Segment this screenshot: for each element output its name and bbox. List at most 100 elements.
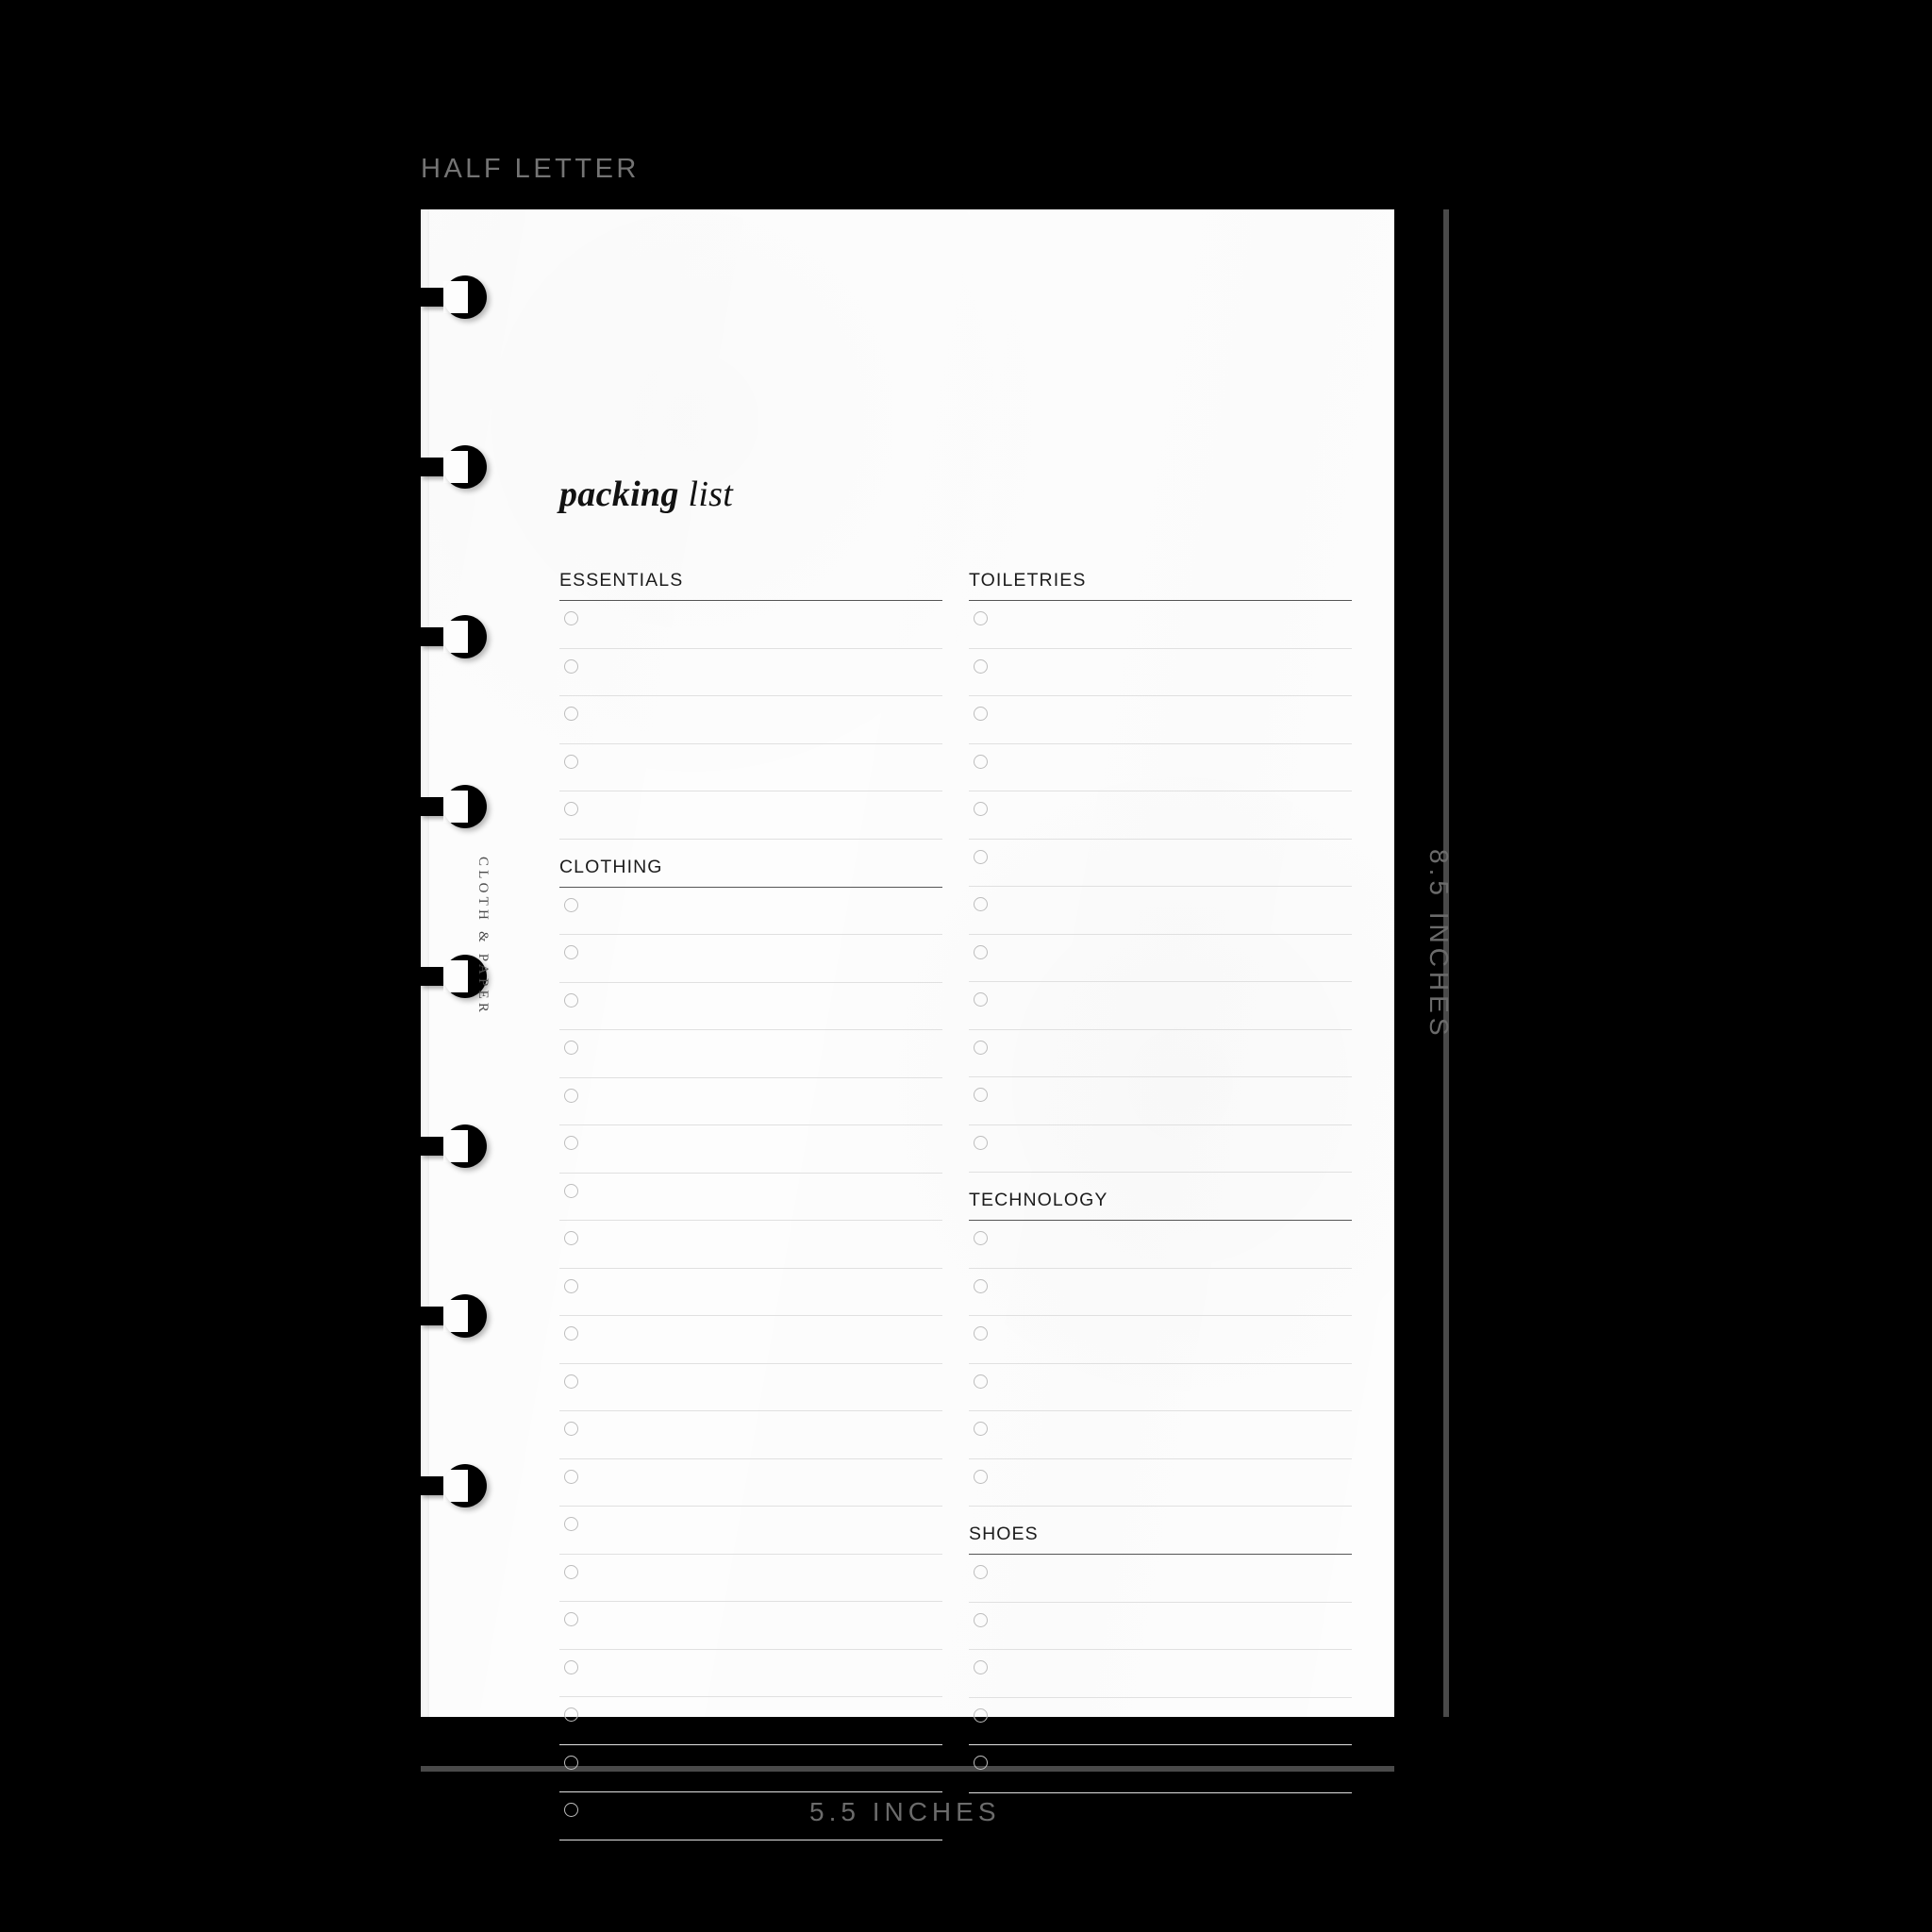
checklist-row[interactable] bbox=[559, 696, 942, 744]
checklist-row[interactable] bbox=[559, 1411, 942, 1459]
checklist-row[interactable] bbox=[969, 1555, 1352, 1603]
write-in-line[interactable] bbox=[588, 1370, 942, 1407]
checklist-row[interactable] bbox=[969, 1125, 1352, 1173]
checkbox-circle-icon[interactable] bbox=[564, 1374, 578, 1389]
checklist-row[interactable] bbox=[969, 696, 1352, 744]
write-in-line[interactable] bbox=[997, 1274, 1352, 1312]
checklist-row[interactable] bbox=[969, 982, 1352, 1030]
checklist-row[interactable] bbox=[559, 1745, 942, 1792]
checklist-row[interactable] bbox=[969, 1745, 1352, 1793]
checkbox-circle-icon[interactable] bbox=[564, 897, 578, 912]
write-in-line[interactable] bbox=[588, 655, 942, 692]
checklist-row[interactable] bbox=[969, 649, 1352, 696]
write-in-line[interactable] bbox=[588, 1465, 942, 1503]
checkbox-circle-icon[interactable] bbox=[974, 611, 988, 625]
write-in-line[interactable] bbox=[997, 702, 1352, 740]
checklist-row[interactable] bbox=[559, 1697, 942, 1745]
write-in-line[interactable] bbox=[997, 1036, 1352, 1074]
checklist-row[interactable] bbox=[559, 1650, 942, 1697]
checkbox-circle-icon[interactable] bbox=[974, 849, 988, 864]
checklist-row[interactable] bbox=[559, 1269, 942, 1316]
write-in-line[interactable] bbox=[997, 655, 1352, 692]
write-in-line[interactable] bbox=[588, 797, 942, 835]
write-in-line[interactable] bbox=[588, 989, 942, 1026]
checklist-row[interactable] bbox=[969, 1077, 1352, 1125]
write-in-line[interactable] bbox=[588, 1036, 942, 1074]
write-in-line[interactable] bbox=[997, 1465, 1352, 1503]
checkbox-circle-icon[interactable] bbox=[564, 1612, 578, 1626]
checkbox-circle-icon[interactable] bbox=[974, 1707, 988, 1723]
checklist-row[interactable] bbox=[969, 601, 1352, 649]
checklist-row[interactable] bbox=[969, 1269, 1352, 1316]
checklist-row[interactable] bbox=[559, 1792, 942, 1840]
checklist-row[interactable] bbox=[969, 1221, 1352, 1269]
checklist-row[interactable] bbox=[559, 1221, 942, 1269]
checklist-row[interactable] bbox=[969, 1030, 1352, 1077]
write-in-line[interactable] bbox=[997, 1560, 1352, 1598]
checkbox-circle-icon[interactable] bbox=[564, 1564, 578, 1579]
write-in-line[interactable] bbox=[588, 1798, 942, 1836]
checklist-row[interactable] bbox=[969, 935, 1352, 982]
write-in-line[interactable] bbox=[588, 702, 942, 740]
checklist-row[interactable] bbox=[559, 888, 942, 935]
checklist-row[interactable] bbox=[559, 1125, 942, 1174]
checkbox-circle-icon[interactable] bbox=[564, 1803, 578, 1817]
checklist-row[interactable] bbox=[559, 1030, 942, 1078]
checklist-row[interactable] bbox=[559, 935, 942, 983]
checkbox-circle-icon[interactable] bbox=[974, 802, 988, 816]
checkbox-circle-icon[interactable] bbox=[564, 1136, 578, 1150]
write-in-line[interactable] bbox=[997, 1370, 1352, 1407]
checklist-row[interactable] bbox=[559, 1507, 942, 1555]
checkbox-circle-icon[interactable] bbox=[974, 707, 988, 721]
checkbox-circle-icon[interactable] bbox=[974, 897, 988, 911]
checklist-row[interactable] bbox=[969, 1603, 1352, 1650]
checkbox-circle-icon[interactable] bbox=[974, 1756, 988, 1770]
checkbox-circle-icon[interactable] bbox=[974, 658, 988, 674]
checklist-row[interactable] bbox=[969, 1364, 1352, 1411]
checklist-row[interactable] bbox=[559, 1364, 942, 1411]
write-in-line[interactable] bbox=[997, 1608, 1352, 1646]
checkbox-circle-icon[interactable] bbox=[974, 1326, 988, 1341]
checkbox-circle-icon[interactable] bbox=[974, 992, 988, 1007]
write-in-line[interactable] bbox=[997, 892, 1352, 930]
write-in-line[interactable] bbox=[997, 750, 1352, 788]
checkbox-circle-icon[interactable] bbox=[564, 707, 578, 721]
checkbox-circle-icon[interactable] bbox=[974, 1660, 988, 1674]
write-in-line[interactable] bbox=[997, 1656, 1352, 1693]
write-in-line[interactable] bbox=[588, 941, 942, 978]
write-in-line[interactable] bbox=[997, 1131, 1352, 1169]
checklist-row[interactable] bbox=[969, 1459, 1352, 1507]
checklist-row[interactable] bbox=[559, 983, 942, 1030]
write-in-line[interactable] bbox=[588, 1607, 942, 1645]
write-in-line[interactable] bbox=[997, 607, 1352, 644]
checklist-row[interactable] bbox=[559, 791, 942, 840]
write-in-line[interactable] bbox=[588, 1084, 942, 1122]
write-in-line[interactable] bbox=[997, 941, 1352, 978]
checkbox-circle-icon[interactable] bbox=[564, 1422, 578, 1436]
checklist-row[interactable] bbox=[969, 840, 1352, 887]
checkbox-circle-icon[interactable] bbox=[974, 1278, 988, 1293]
checkbox-circle-icon[interactable] bbox=[974, 1231, 988, 1245]
checkbox-circle-icon[interactable] bbox=[564, 1517, 578, 1531]
checklist-row[interactable] bbox=[559, 1174, 942, 1221]
write-in-line[interactable] bbox=[997, 1226, 1352, 1264]
write-in-line[interactable] bbox=[588, 1417, 942, 1455]
checkbox-circle-icon[interactable] bbox=[564, 1231, 578, 1245]
checkbox-circle-icon[interactable] bbox=[974, 1565, 988, 1579]
checkbox-circle-icon[interactable] bbox=[974, 944, 988, 959]
checkbox-circle-icon[interactable] bbox=[564, 1755, 578, 1770]
write-in-line[interactable] bbox=[588, 893, 942, 931]
write-in-line[interactable] bbox=[588, 607, 942, 644]
write-in-line[interactable] bbox=[588, 1560, 942, 1598]
checkbox-circle-icon[interactable] bbox=[974, 1374, 988, 1389]
write-in-line[interactable] bbox=[997, 1704, 1352, 1741]
checkbox-circle-icon[interactable] bbox=[564, 802, 578, 816]
write-in-line[interactable] bbox=[997, 797, 1352, 835]
write-in-line[interactable] bbox=[588, 1512, 942, 1550]
checkbox-circle-icon[interactable] bbox=[974, 1422, 988, 1436]
checkbox-circle-icon[interactable] bbox=[564, 1088, 578, 1103]
write-in-line[interactable] bbox=[997, 1751, 1352, 1789]
checkbox-circle-icon[interactable] bbox=[974, 754, 988, 769]
checkbox-circle-icon[interactable] bbox=[564, 754, 578, 769]
checkbox-circle-icon[interactable] bbox=[564, 1469, 578, 1484]
